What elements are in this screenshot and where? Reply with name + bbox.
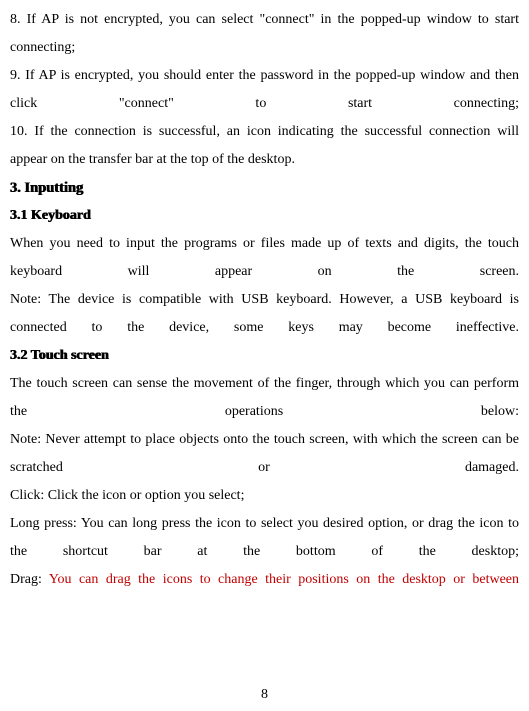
paragraph-touch-intro: The touch screen can sense the movement …: [10, 370, 519, 426]
paragraph-keyboard-intro: When you need to input the programs or f…: [10, 230, 519, 286]
drag-red-text: You can drag the icons to change their p…: [49, 572, 519, 587]
heading-touch-screen: 3.2 Touch screen: [10, 342, 519, 370]
paragraph-step-9: 9. If AP is encrypted, you should enter …: [10, 62, 519, 118]
document-page: 8. If AP is not encrypted, you can selec…: [0, 0, 529, 711]
heading-keyboard: 3.1 Keyboard: [10, 202, 519, 230]
drag-label: Drag:: [10, 572, 49, 587]
heading-inputting: 3. Inputting: [10, 174, 519, 202]
paragraph-keyboard-note: Note: The device is compatible with USB …: [10, 286, 519, 342]
paragraph-step-10: 10. If the connection is successful, an …: [10, 118, 519, 174]
paragraph-drag: Drag: You can drag the icons to change t…: [10, 566, 519, 594]
paragraph-touch-note: Note: Never attempt to place objects ont…: [10, 426, 519, 482]
page-number: 8: [0, 687, 529, 703]
paragraph-step-8: 8. If AP is not encrypted, you can selec…: [10, 6, 519, 62]
paragraph-long-press: Long press: You can long press the icon …: [10, 510, 519, 566]
paragraph-click: Click: Click the icon or option you sele…: [10, 482, 519, 510]
